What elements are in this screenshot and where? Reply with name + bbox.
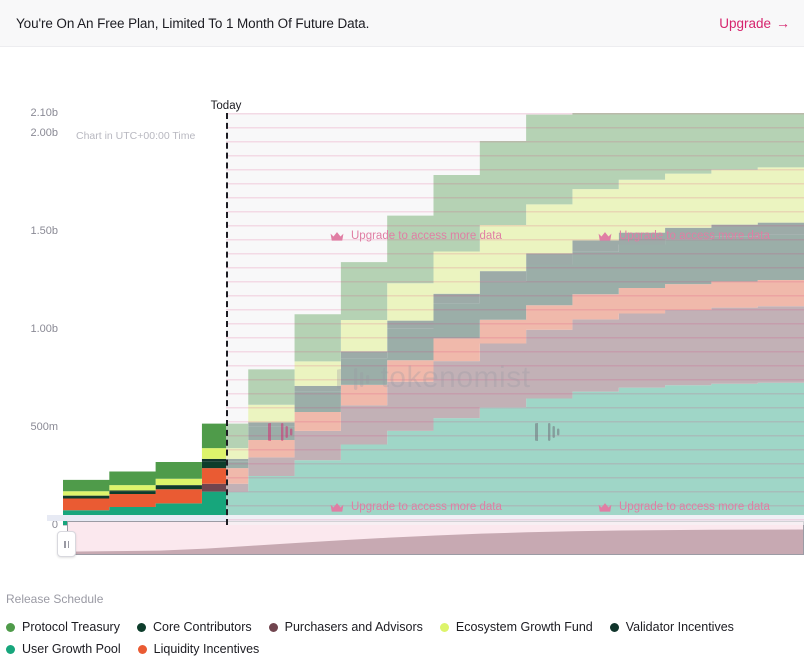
banner-message: You're On An Free Plan, Limited To 1 Mon… [16, 15, 370, 31]
legend-color-dot [6, 622, 15, 632]
upgrade-to-access-more-data-overlay[interactable]: Upgrade to access more data [598, 501, 770, 513]
legend-items: Protocol Treasury Core Contributors Purcha… [6, 620, 804, 656]
upgrade-overlay-label: Upgrade to access more data [619, 230, 770, 242]
upgrade-to-access-more-data-overlay[interactable]: Upgrade to access more data [330, 501, 502, 513]
legend-item-liquidity-incentives[interactable]: Liquidity Incentives [137, 642, 260, 656]
y-axis-tick-label: 1.00b [30, 322, 58, 335]
legend-item-label: Liquidity Incentives [153, 642, 260, 656]
crown-icon [330, 502, 344, 512]
today-marker-line [226, 113, 228, 525]
navigator-total-area [68, 529, 803, 554]
crown-icon [598, 231, 612, 241]
range-navigator[interactable] [47, 515, 804, 558]
legend-item-protocol-treasury[interactable]: Protocol Treasury [6, 620, 120, 634]
legend-color-dot [439, 622, 449, 632]
legend-item-label: Protocol Treasury [22, 620, 120, 634]
legend-item-label: User Growth Pool [22, 642, 121, 656]
range-selector-left-handle[interactable] [57, 531, 76, 557]
y-axis-tick-label: 500m [30, 420, 58, 433]
arrow-right-icon: → [776, 15, 790, 31]
handle-grip-line [67, 540, 69, 548]
legend-row: Protocol Treasury Core Contributors Purcha… [6, 620, 804, 634]
upgrade-overlay-label: Upgrade to access more data [351, 230, 502, 242]
legend-color-dot [609, 622, 619, 632]
chart-legend: Release Schedule Protocol Treasury Core C… [0, 592, 804, 664]
today-marker-label: Today [210, 100, 242, 112]
legend-item-label: Ecosystem Growth Fund [455, 620, 593, 634]
legend-title: Release Schedule [6, 592, 104, 606]
y-axis-tick-label: 2.10b [30, 107, 58, 119]
handle-grip-line [64, 540, 66, 548]
y-axis-tick-label: 2.00b [30, 126, 58, 139]
legend-color-dot [268, 622, 278, 632]
y-axis-tick-label: 1.50b [30, 224, 58, 237]
y-axis: 0 500m 1.00b 1.50b 2.00b 2.10b [0, 47, 58, 531]
upgrade-to-access-more-data-overlay[interactable]: Upgrade to access more data [598, 230, 770, 242]
legend-item-label: Core Contributors [152, 620, 252, 634]
crown-icon [598, 502, 612, 512]
stacked-area-series [63, 113, 804, 525]
navigator-selected-range[interactable] [67, 521, 804, 555]
legend-row: User Growth Pool Liquidity Incentives [6, 642, 804, 656]
release-schedule-chart[interactable]: 0 500m 1.00b 1.50b 2.00b 2.10b tokenomist [0, 47, 804, 556]
legend-color-dot [137, 644, 147, 654]
legend-item-core-contributors[interactable]: Core Contributors [136, 620, 252, 634]
crown-icon [330, 231, 344, 241]
utc-note: Chart in UTC+00:00 Time [76, 130, 196, 142]
free-plan-banner: You're On An Free Plan, Limited To 1 Mon… [0, 0, 804, 47]
legend-item-label: Validator Incentives [625, 620, 734, 634]
upgrade-to-access-more-data-overlay[interactable]: Upgrade to access more data [330, 230, 502, 242]
legend-item-validator-incentives[interactable]: Validator Incentives [609, 620, 734, 634]
upgrade-link-label: Upgrade [719, 15, 771, 31]
legend-color-dot [136, 622, 146, 632]
legend-color-dot [6, 644, 15, 654]
upgrade-overlay-label: Upgrade to access more data [351, 501, 502, 513]
upgrade-overlay-label: Upgrade to access more data [619, 501, 770, 513]
upgrade-link[interactable]: Upgrade → [719, 16, 790, 31]
legend-item-ecosystem-growth-fund[interactable]: Ecosystem Growth Fund [439, 620, 593, 634]
plot-area[interactable]: tokenomist [63, 113, 804, 525]
legend-item-label: Purchasers and Advisors [284, 620, 423, 634]
legend-item-purchasers-and-advisors[interactable]: Purchasers and Advisors [268, 620, 423, 634]
legend-item-user-growth-pool[interactable]: User Growth Pool [6, 642, 121, 656]
navigator-series [68, 529, 803, 554]
